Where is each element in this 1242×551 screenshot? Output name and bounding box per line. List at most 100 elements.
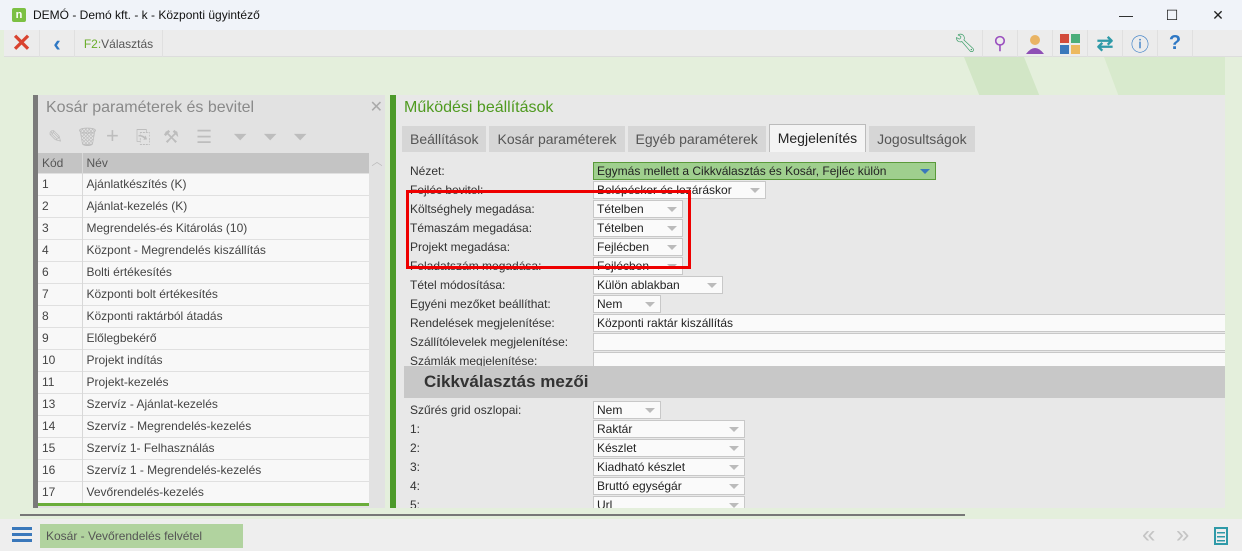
tab-kosar-parameterek[interactable]: Kosár paraméterek xyxy=(489,126,625,152)
help-icon: ? xyxy=(1168,32,1182,54)
previous-icon[interactable]: « xyxy=(1142,521,1155,549)
help-button[interactable]: ? xyxy=(1158,30,1193,57)
field-value: Nem xyxy=(597,403,623,417)
chevron-down-icon xyxy=(707,283,717,288)
field-dropdown[interactable]: Url xyxy=(593,496,745,508)
row-code: 2 xyxy=(38,194,83,217)
tiles-button[interactable] xyxy=(1053,30,1088,57)
document-icon[interactable] xyxy=(1214,527,1228,545)
table-row[interactable]: 10 Projekt indítás xyxy=(38,348,369,371)
tab-jogosultsagok[interactable]: Jogosultságok xyxy=(869,126,975,152)
user-button[interactable] xyxy=(1018,30,1053,57)
swap-icon: ⇄ xyxy=(1096,33,1114,55)
field-dropdown[interactable]: Raktár xyxy=(593,420,745,438)
add-icon[interactable]: + xyxy=(106,123,119,149)
copy-icon[interactable]: ⎘ xyxy=(136,127,150,148)
table-row[interactable]: 4 Központ - Megrendelés kiszállítás xyxy=(38,238,369,261)
table-row[interactable]: 13 Szervíz - Ajánlat-kezelés xyxy=(38,392,369,415)
field-value: Készlet xyxy=(597,441,637,455)
close-icon[interactable]: ✕ xyxy=(370,97,383,117)
edit-icon[interactable]: ✎ xyxy=(48,127,63,148)
form-row: Szűrés grid oszlopai: Nem xyxy=(410,401,1225,420)
trash-icon[interactable]: 🗑︎ xyxy=(76,127,99,148)
field-dropdown[interactable]: Egymás mellett a Cikkválasztás és Kosár,… xyxy=(593,162,936,180)
tiles-icon xyxy=(1060,33,1080,54)
form-row: 5: Url xyxy=(410,496,1225,508)
table-row[interactable]: 3 Megrendelés-és Kitárolás (10) xyxy=(38,216,369,239)
selection-indicator xyxy=(38,503,369,506)
table-row[interactable]: 14 Szervíz - Megrendelés-kezelés xyxy=(38,414,369,437)
select-button[interactable]: F2: Választás xyxy=(75,30,163,57)
field-label: Szállítólevelek megjelenítése: xyxy=(410,335,569,349)
app-logo: n xyxy=(12,8,26,22)
maximize-button[interactable]: ☐ xyxy=(1149,0,1195,30)
form-row: Rendelések megjelenítése: Központi raktár… xyxy=(410,314,1225,333)
row-name: Szervíz 1 - Megrendelés-kezelés xyxy=(82,458,369,481)
close-window-button[interactable]: ✕ xyxy=(1195,0,1241,30)
next-icon[interactable]: » xyxy=(1176,521,1189,549)
right-panel: Működési beállítások Beállítások Kosár p… xyxy=(390,95,1225,508)
chevron-down-icon xyxy=(729,446,739,451)
hamburger-menu-icon[interactable] xyxy=(12,527,32,543)
field-label: 2: xyxy=(410,441,421,455)
field-value: Bruttó egységár xyxy=(597,479,682,493)
field-dropdown[interactable]: Nem xyxy=(593,401,661,419)
minimize-button[interactable]: — xyxy=(1103,0,1149,30)
row-code: 4 xyxy=(38,238,83,261)
table-row[interactable]: 11 Projekt-kezelés xyxy=(38,370,369,393)
back-button[interactable]: ‹ xyxy=(40,30,75,57)
left-panel-title: Kosár paraméterek és bevitel xyxy=(46,99,255,116)
info-button[interactable]: ⓘ xyxy=(1123,30,1158,57)
table-row[interactable]: 15 Szervíz 1- Felhasználás xyxy=(38,436,369,459)
wrench-icon: 🔧︎ xyxy=(953,33,977,53)
tools-icon[interactable]: ⚒ xyxy=(163,127,179,148)
row-name: Előlegbekérő xyxy=(82,326,369,349)
row-code: 6 xyxy=(38,260,83,283)
chevron-left-icon: ‹ xyxy=(53,30,61,56)
column-header-code[interactable]: Kód xyxy=(38,153,83,173)
field-value: Nem xyxy=(597,297,623,311)
tab-beallitasok[interactable]: Beállítások xyxy=(402,126,487,152)
table-row[interactable]: 2 Ajánlat-kezelés (K) xyxy=(38,194,369,217)
column-header-name[interactable]: Név xyxy=(82,153,369,173)
row-name: Vevőrendelés-kezelés xyxy=(82,480,369,503)
section-title: Cikkválasztás mezői xyxy=(404,366,1225,398)
status-tab[interactable]: Kosár - Vevőrendelés felvétel xyxy=(40,524,243,548)
list-table: Kód Név 1 Ajánlatkészítés (K) 2 Ajánlat-keze… xyxy=(38,153,369,503)
row-code: 8 xyxy=(38,304,83,327)
row-code: 3 xyxy=(38,216,83,239)
wrench-button[interactable]: 🔧︎ xyxy=(948,30,983,57)
table-row[interactable]: 17 Vevőrendelés-kezelés xyxy=(38,480,369,503)
field-dropdown[interactable]: Külön ablakban xyxy=(593,276,723,294)
tab-egyeb-parameterek[interactable]: Egyéb paraméterek xyxy=(627,126,766,152)
divider xyxy=(20,514,965,516)
row-code: 7 xyxy=(38,282,83,305)
search-button[interactable]: ⚲ xyxy=(983,30,1018,57)
field-input[interactable]: Központi raktár kiszállítás xyxy=(593,314,1225,332)
row-code: 13 xyxy=(38,392,83,415)
scrollbar[interactable]: ︿ xyxy=(369,153,385,508)
field-dropdown[interactable]: Kiadható készlet xyxy=(593,458,745,476)
table-row[interactable]: 1 Ajánlatkészítés (K) xyxy=(38,172,369,195)
right-panel-title: Működési beállítások xyxy=(404,99,554,116)
field-dropdown[interactable]: Készlet xyxy=(593,439,745,457)
field-dropdown[interactable]: Nem xyxy=(593,295,661,313)
table-row[interactable]: 9 Előlegbekérő xyxy=(38,326,369,349)
table-row[interactable]: 16 Szervíz 1 - Megrendelés-kezelés xyxy=(38,458,369,481)
tab-megjelenites[interactable]: Megjelenítés xyxy=(768,124,867,152)
x-icon: ✕ xyxy=(11,30,32,57)
menu-icon[interactable]: ☰ xyxy=(196,127,212,148)
table-row[interactable]: 8 Központi raktárból átadás xyxy=(38,304,369,327)
close-button[interactable]: ✕ xyxy=(4,30,40,57)
filter-icon[interactable]: ⏷ xyxy=(233,127,247,148)
field-input[interactable] xyxy=(593,333,1225,351)
filter-clear-icon[interactable]: ⏷ xyxy=(263,127,277,148)
row-name: Ajánlatkészítés (K) xyxy=(82,172,369,195)
table-row[interactable]: 7 Központi bolt értékesítés xyxy=(38,282,369,305)
swap-button[interactable]: ⇄ xyxy=(1088,30,1123,57)
filter-add-icon[interactable]: ⏷ xyxy=(293,127,307,148)
table-row[interactable]: 6 Bolti értékesítés xyxy=(38,260,369,283)
row-code: 17 xyxy=(38,480,83,503)
title-bar: n DEMÓ - Demó kft. - k - Központi ügyint… xyxy=(0,0,1242,30)
field-dropdown[interactable]: Bruttó egységár xyxy=(593,477,745,495)
